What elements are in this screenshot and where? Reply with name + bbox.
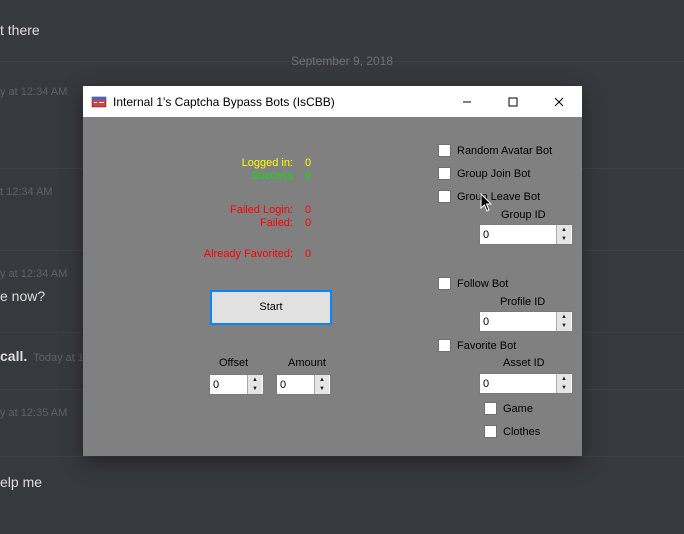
client-area: Logged in: 0 Success 0 Failed Login: 0 F…: [83, 117, 582, 456]
group-join-bot-checkbox[interactable]: Group Join Bot: [438, 167, 530, 180]
follow-bot-checkbox[interactable]: Follow Bot: [438, 277, 508, 290]
checkbox-box[interactable]: [438, 144, 451, 157]
clothes-checkbox[interactable]: Clothes: [484, 425, 540, 438]
chat-timestamp: t 12:34 AM: [0, 186, 53, 198]
checkbox-box[interactable]: [438, 339, 451, 352]
amount-input[interactable]: [277, 379, 314, 391]
app-icon: [91, 94, 107, 110]
call-text: call.: [0, 348, 27, 364]
asset-id-input[interactable]: [480, 378, 556, 390]
checkbox-label: Favorite Bot: [457, 340, 516, 352]
chat-divider: [0, 456, 684, 457]
spinner-arrows[interactable]: ▲▼: [314, 375, 329, 394]
chat-message: t there: [0, 22, 40, 38]
checkbox-box[interactable]: [438, 277, 451, 290]
profile-id-label: Profile ID: [500, 296, 545, 308]
success-value: 0: [305, 170, 311, 182]
checkbox-label: Follow Bot: [457, 278, 508, 290]
checkbox-box[interactable]: [484, 425, 497, 438]
chat-message: e now?: [0, 288, 45, 304]
group-id-label: Group ID: [501, 209, 546, 221]
chat-timestamp: y at 12:34 AM: [0, 268, 67, 280]
checkbox-label: Group Join Bot: [457, 168, 530, 180]
chat-message: elp me: [0, 474, 42, 490]
asset-id-spinner[interactable]: ▲▼: [479, 373, 573, 394]
chat-timestamp: y at 12:35 AM: [0, 407, 67, 419]
titlebar[interactable]: Internal 1's Captcha Bypass Bots (IsCBB): [83, 86, 582, 117]
random-avatar-bot-checkbox[interactable]: Random Avatar Bot: [438, 144, 552, 157]
spinner-arrows[interactable]: ▲▼: [556, 374, 571, 393]
amount-label: Amount: [288, 357, 326, 369]
favorite-bot-checkbox[interactable]: Favorite Bot: [438, 339, 516, 352]
checkbox-label: Random Avatar Bot: [457, 145, 552, 157]
group-leave-bot-checkbox[interactable]: Group Leave Bot: [438, 190, 540, 203]
checkbox-box[interactable]: [438, 167, 451, 180]
failed-login-label: Failed Login:: [153, 204, 293, 216]
checkbox-box[interactable]: [484, 402, 497, 415]
group-id-input[interactable]: [480, 229, 556, 241]
minimize-button[interactable]: [444, 86, 490, 117]
spinner-arrows[interactable]: ▲▼: [556, 225, 571, 244]
logged-in-value: 0: [305, 157, 311, 169]
call-timestamp: Today at 1: [33, 352, 84, 364]
spinner-arrows[interactable]: ▲▼: [247, 375, 262, 394]
close-button[interactable]: [536, 86, 582, 117]
maximize-button[interactable]: [490, 86, 536, 117]
logged-in-label: Logged in:: [153, 157, 293, 169]
window-title: Internal 1's Captcha Bypass Bots (IsCBB): [113, 95, 444, 109]
group-id-spinner[interactable]: ▲▼: [479, 224, 573, 245]
offset-spinner[interactable]: ▲▼: [209, 374, 264, 395]
failed-login-value: 0: [305, 204, 311, 216]
failed-label: Failed:: [153, 217, 293, 229]
amount-spinner[interactable]: ▲▼: [276, 374, 331, 395]
checkbox-label: Group Leave Bot: [457, 191, 540, 203]
profile-id-spinner[interactable]: ▲▼: [479, 311, 573, 332]
offset-input[interactable]: [210, 379, 247, 391]
checkbox-box[interactable]: [438, 190, 451, 203]
game-checkbox[interactable]: Game: [484, 402, 533, 415]
start-button[interactable]: Start: [210, 290, 332, 325]
spinner-arrows[interactable]: ▲▼: [556, 312, 571, 331]
checkbox-label: Game: [503, 403, 533, 415]
checkbox-label: Clothes: [503, 426, 540, 438]
offset-label: Offset: [219, 357, 248, 369]
asset-id-label: Asset ID: [503, 357, 545, 369]
success-label: Success: [153, 170, 293, 182]
profile-id-input[interactable]: [480, 316, 556, 328]
already-favorited-value: 0: [305, 248, 311, 260]
already-favorited-label: Already Favorited:: [153, 248, 293, 260]
failed-value: 0: [305, 217, 311, 229]
app-window: Internal 1's Captcha Bypass Bots (IsCBB)…: [83, 86, 582, 456]
chat-timestamp: y at 12:34 AM: [0, 86, 67, 98]
date-divider: September 9, 2018: [0, 54, 684, 68]
